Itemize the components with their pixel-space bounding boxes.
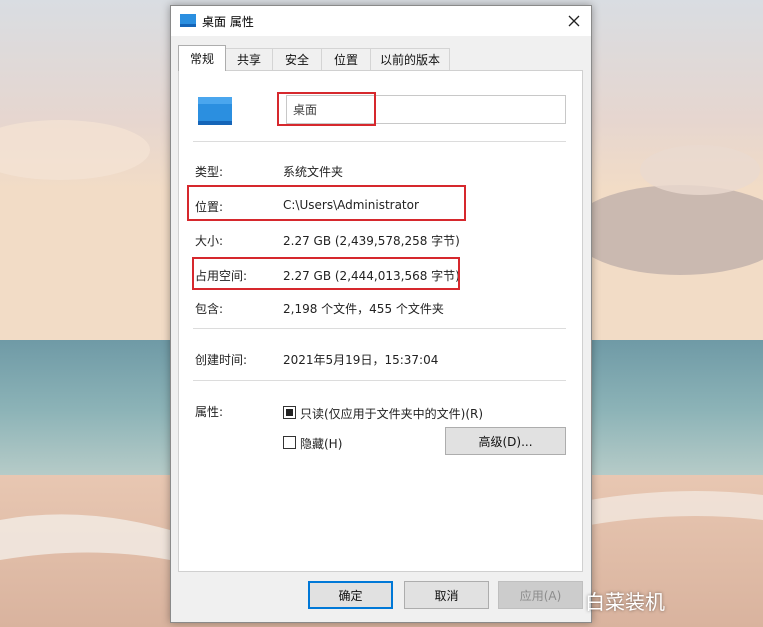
window-title: 桌面 属性 (202, 15, 254, 29)
tab-general[interactable]: 常规 (178, 45, 226, 71)
contains-value: 2,198 个文件，455 个文件夹 (283, 302, 444, 316)
ok-button[interactable]: 确定 (308, 581, 393, 609)
contains-label: 包含: (195, 302, 224, 316)
highlight-name-box (277, 92, 376, 126)
highlight-disk-size-box (192, 257, 460, 290)
advanced-button[interactable]: 高级(D)... (445, 427, 566, 455)
type-value: 系统文件夹 (283, 165, 344, 179)
readonly-checkbox[interactable] (283, 406, 296, 419)
hidden-label[interactable]: 隐藏(H) (300, 435, 342, 452)
attributes-label: 属性: (195, 405, 224, 419)
separator (193, 328, 566, 329)
separator (193, 141, 566, 142)
close-button[interactable] (557, 6, 591, 36)
separator (193, 380, 566, 381)
close-icon (568, 15, 580, 27)
tab-previous-versions[interactable]: 以前的版本 (370, 48, 450, 70)
created-value: 2021年5月19日，15:37:04 (283, 353, 439, 367)
tab-security[interactable]: 安全 (272, 48, 322, 70)
readonly-label[interactable]: 只读(仅应用于文件夹中的文件)(R) (300, 405, 483, 422)
tab-location[interactable]: 位置 (321, 48, 371, 70)
general-panel: 类型: 系统文件夹 位置: C:\Users\Administrator 大小:… (178, 70, 583, 572)
size-value: 2.27 GB (2,439,578,258 字节) (283, 234, 460, 248)
tab-sharing[interactable]: 共享 (225, 48, 273, 70)
type-label: 类型: (195, 165, 224, 179)
folder-icon (198, 97, 232, 125)
folder-icon (180, 14, 196, 27)
created-label: 创建时间: (195, 353, 248, 367)
hidden-checkbox[interactable] (283, 436, 296, 449)
apply-button[interactable]: 应用(A) (498, 581, 583, 609)
highlight-location-box (187, 185, 466, 221)
title-bar[interactable]: 桌面 属性 (171, 6, 591, 36)
size-label: 大小: (195, 234, 224, 248)
watermark-text: 白菜装机 (585, 590, 665, 614)
properties-dialog: 桌面 属性 常规 共享 安全 位置 以前的版本 类型: 系统文件夹 位置: C:… (170, 5, 592, 623)
cancel-button[interactable]: 取消 (404, 581, 489, 609)
